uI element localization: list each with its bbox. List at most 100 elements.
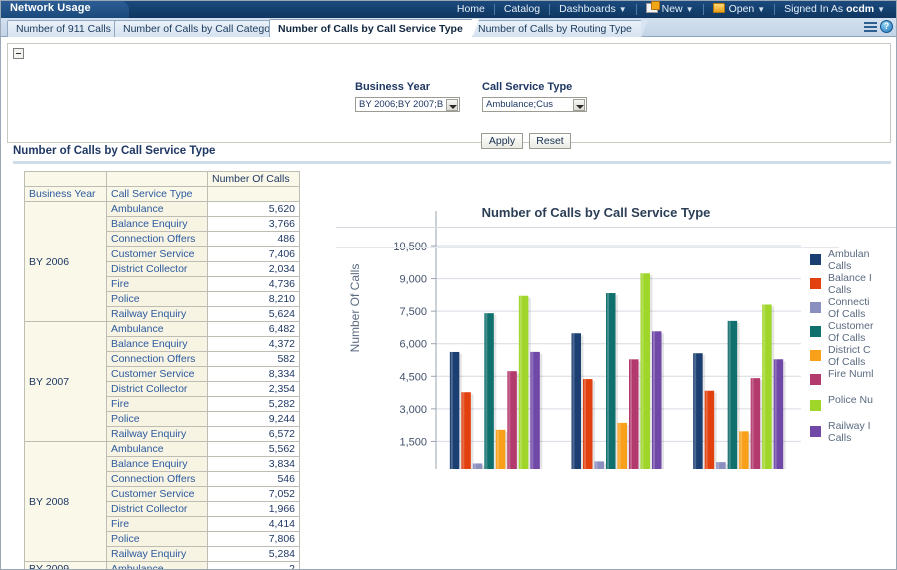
- cell-number-of-calls: 4,414: [208, 517, 300, 532]
- cell-number-of-calls: 7,806: [208, 532, 300, 547]
- legend-swatch[interactable]: [810, 326, 821, 337]
- cell-business-year[interactable]: BY 2006: [25, 202, 107, 322]
- chart-y-tick-label: 1,500: [399, 436, 427, 448]
- cell-call-service-type[interactable]: Balance Enquiry: [107, 457, 208, 472]
- chevron-down-icon: ▼: [686, 5, 694, 14]
- table-header-business-year[interactable]: Business Year: [25, 187, 107, 202]
- tab-number-of-calls-by-call-category[interactable]: Number of Calls by Call Category: [114, 20, 289, 37]
- legend-swatch[interactable]: [810, 278, 821, 289]
- nav-dashboards[interactable]: Dashboards▼: [550, 1, 636, 18]
- cell-number-of-calls: 7,406: [208, 247, 300, 262]
- legend-label: Ambulan: [828, 248, 870, 260]
- cell-call-service-type[interactable]: Ambulance: [107, 322, 208, 337]
- cell-business-year[interactable]: BY 2007: [25, 322, 107, 442]
- tab-number-of-calls-by-routing-type[interactable]: Number of Calls by Routing Type: [469, 20, 642, 37]
- prompts-panel: Business Year BY 2006;BY 2007;B Call Ser…: [7, 43, 891, 143]
- nav-catalog[interactable]: Catalog: [495, 1, 549, 18]
- prompt-fields: Business Year BY 2006;BY 2007;B Call Ser…: [355, 81, 587, 112]
- cell-call-service-type[interactable]: District Collector: [107, 262, 208, 277]
- nav-home[interactable]: Home: [448, 1, 494, 18]
- chart-title: Number of Calls by Call Service Type: [336, 205, 856, 220]
- prompt-business-year: Business Year BY 2006;BY 2007;B: [355, 81, 460, 112]
- cell-call-service-type[interactable]: Balance Enquiry: [107, 217, 208, 232]
- cell-number-of-calls: 5,284: [208, 547, 300, 562]
- cell-call-service-type[interactable]: Connection Offers: [107, 232, 208, 247]
- help-icon[interactable]: ?: [880, 20, 893, 33]
- chevron-down-icon[interactable]: [573, 99, 585, 111]
- chart-bar-highlight: [694, 353, 696, 469]
- cell-number-of-calls: 2: [208, 562, 300, 570]
- cell-call-service-type[interactable]: Police: [107, 292, 208, 307]
- cell-number-of-calls: 5,624: [208, 307, 300, 322]
- legend-swatch[interactable]: [810, 302, 821, 313]
- report-table-body: Number Of CallsBusiness YearCall Service…: [25, 172, 300, 570]
- table-header-blank: [25, 172, 107, 187]
- legend-label: Fire Numl: [828, 368, 874, 380]
- chart-bar-highlight: [740, 431, 742, 469]
- business-year-select[interactable]: BY 2006;BY 2007;B: [355, 97, 460, 112]
- collapse-icon[interactable]: [13, 48, 24, 59]
- cell-call-service-type[interactable]: Customer Service: [107, 487, 208, 502]
- cell-call-service-type[interactable]: Fire: [107, 277, 208, 292]
- chart-y-tick-label: 3,000: [399, 404, 427, 416]
- call-service-type-select[interactable]: Ambulance;Cus: [482, 97, 587, 112]
- cell-call-service-type[interactable]: Railway Enquiry: [107, 307, 208, 322]
- cell-call-service-type[interactable]: Connection Offers: [107, 352, 208, 367]
- cell-call-service-type[interactable]: Fire: [107, 517, 208, 532]
- cell-call-service-type[interactable]: District Collector: [107, 382, 208, 397]
- chevron-down-icon: ▼: [877, 5, 885, 14]
- table-header-call-service-type[interactable]: Call Service Type: [107, 187, 208, 202]
- cell-call-service-type[interactable]: Customer Service: [107, 367, 208, 382]
- cell-number-of-calls: 4,372: [208, 337, 300, 352]
- cell-call-service-type[interactable]: Balance Enquiry: [107, 337, 208, 352]
- chevron-down-icon[interactable]: [446, 99, 458, 111]
- legend-swatch[interactable]: [810, 254, 821, 265]
- chart-bar-highlight: [485, 313, 487, 469]
- legend-swatch[interactable]: [810, 400, 821, 411]
- table-dim-header-row: Business YearCall Service Type: [25, 187, 300, 202]
- apply-button[interactable]: Apply: [481, 133, 523, 149]
- legend-swatch[interactable]: [810, 374, 821, 385]
- nav-new[interactable]: New▼: [637, 1, 703, 18]
- legend-swatch[interactable]: [810, 426, 821, 437]
- legend-label: Customer: [828, 320, 874, 332]
- cell-call-service-type[interactable]: Connection Offers: [107, 472, 208, 487]
- cell-number-of-calls: 6,572: [208, 427, 300, 442]
- cell-call-service-type[interactable]: Ambulance: [107, 562, 208, 570]
- cell-business-year[interactable]: BY 2008: [25, 442, 107, 562]
- cell-call-service-type[interactable]: Police: [107, 532, 208, 547]
- cell-number-of-calls: 7,052: [208, 487, 300, 502]
- table-row: BY 2008Ambulance5,562: [25, 442, 300, 457]
- tab-number-of-911-calls[interactable]: Number of 911 Calls: [7, 20, 121, 37]
- cell-call-service-type[interactable]: Fire: [107, 397, 208, 412]
- chart-container: Number of Calls by Call Service Type Num…: [336, 171, 897, 469]
- cell-call-service-type[interactable]: Customer Service: [107, 247, 208, 262]
- report-title-rule: [13, 161, 891, 164]
- chart-bar-highlight: [619, 423, 621, 469]
- nav-signed-in-as[interactable]: Signed In As ocdm▼: [775, 1, 894, 18]
- legend-label-line2: Of Calls: [828, 332, 865, 344]
- cell-number-of-calls: 9,244: [208, 412, 300, 427]
- nav-open[interactable]: Open▼: [704, 1, 775, 18]
- cell-number-of-calls: 4,736: [208, 277, 300, 292]
- reset-button[interactable]: Reset: [529, 133, 571, 149]
- cell-call-service-type[interactable]: Ambulance: [107, 202, 208, 217]
- cell-call-service-type[interactable]: District Collector: [107, 502, 208, 517]
- dashboard-tabstrip: Number of 911 Calls Number of Calls by C…: [1, 18, 897, 37]
- user-name: ocdm: [846, 3, 874, 15]
- cell-business-year[interactable]: BY 2009: [25, 562, 107, 570]
- prompt-business-year-label: Business Year: [355, 81, 460, 93]
- cell-call-service-type[interactable]: Railway Enquiry: [107, 427, 208, 442]
- global-header: Network Usage Home Catalog Dashboards▼ N…: [1, 1, 897, 18]
- chevron-down-icon: ▼: [757, 5, 765, 14]
- cell-call-service-type[interactable]: Police: [107, 412, 208, 427]
- legend-swatch[interactable]: [810, 350, 821, 361]
- chart-bar-highlight: [451, 352, 453, 469]
- cell-number-of-calls: 2,354: [208, 382, 300, 397]
- prompt-call-service-type-label: Call Service Type: [482, 81, 587, 93]
- cell-call-service-type[interactable]: Railway Enquiry: [107, 547, 208, 562]
- tab-number-of-calls-by-call-service-type[interactable]: Number of Calls by Call Service Type: [269, 19, 473, 37]
- chart-rule-secondary: [336, 247, 839, 248]
- cell-call-service-type[interactable]: Ambulance: [107, 442, 208, 457]
- page-options-icon[interactable]: [864, 21, 877, 33]
